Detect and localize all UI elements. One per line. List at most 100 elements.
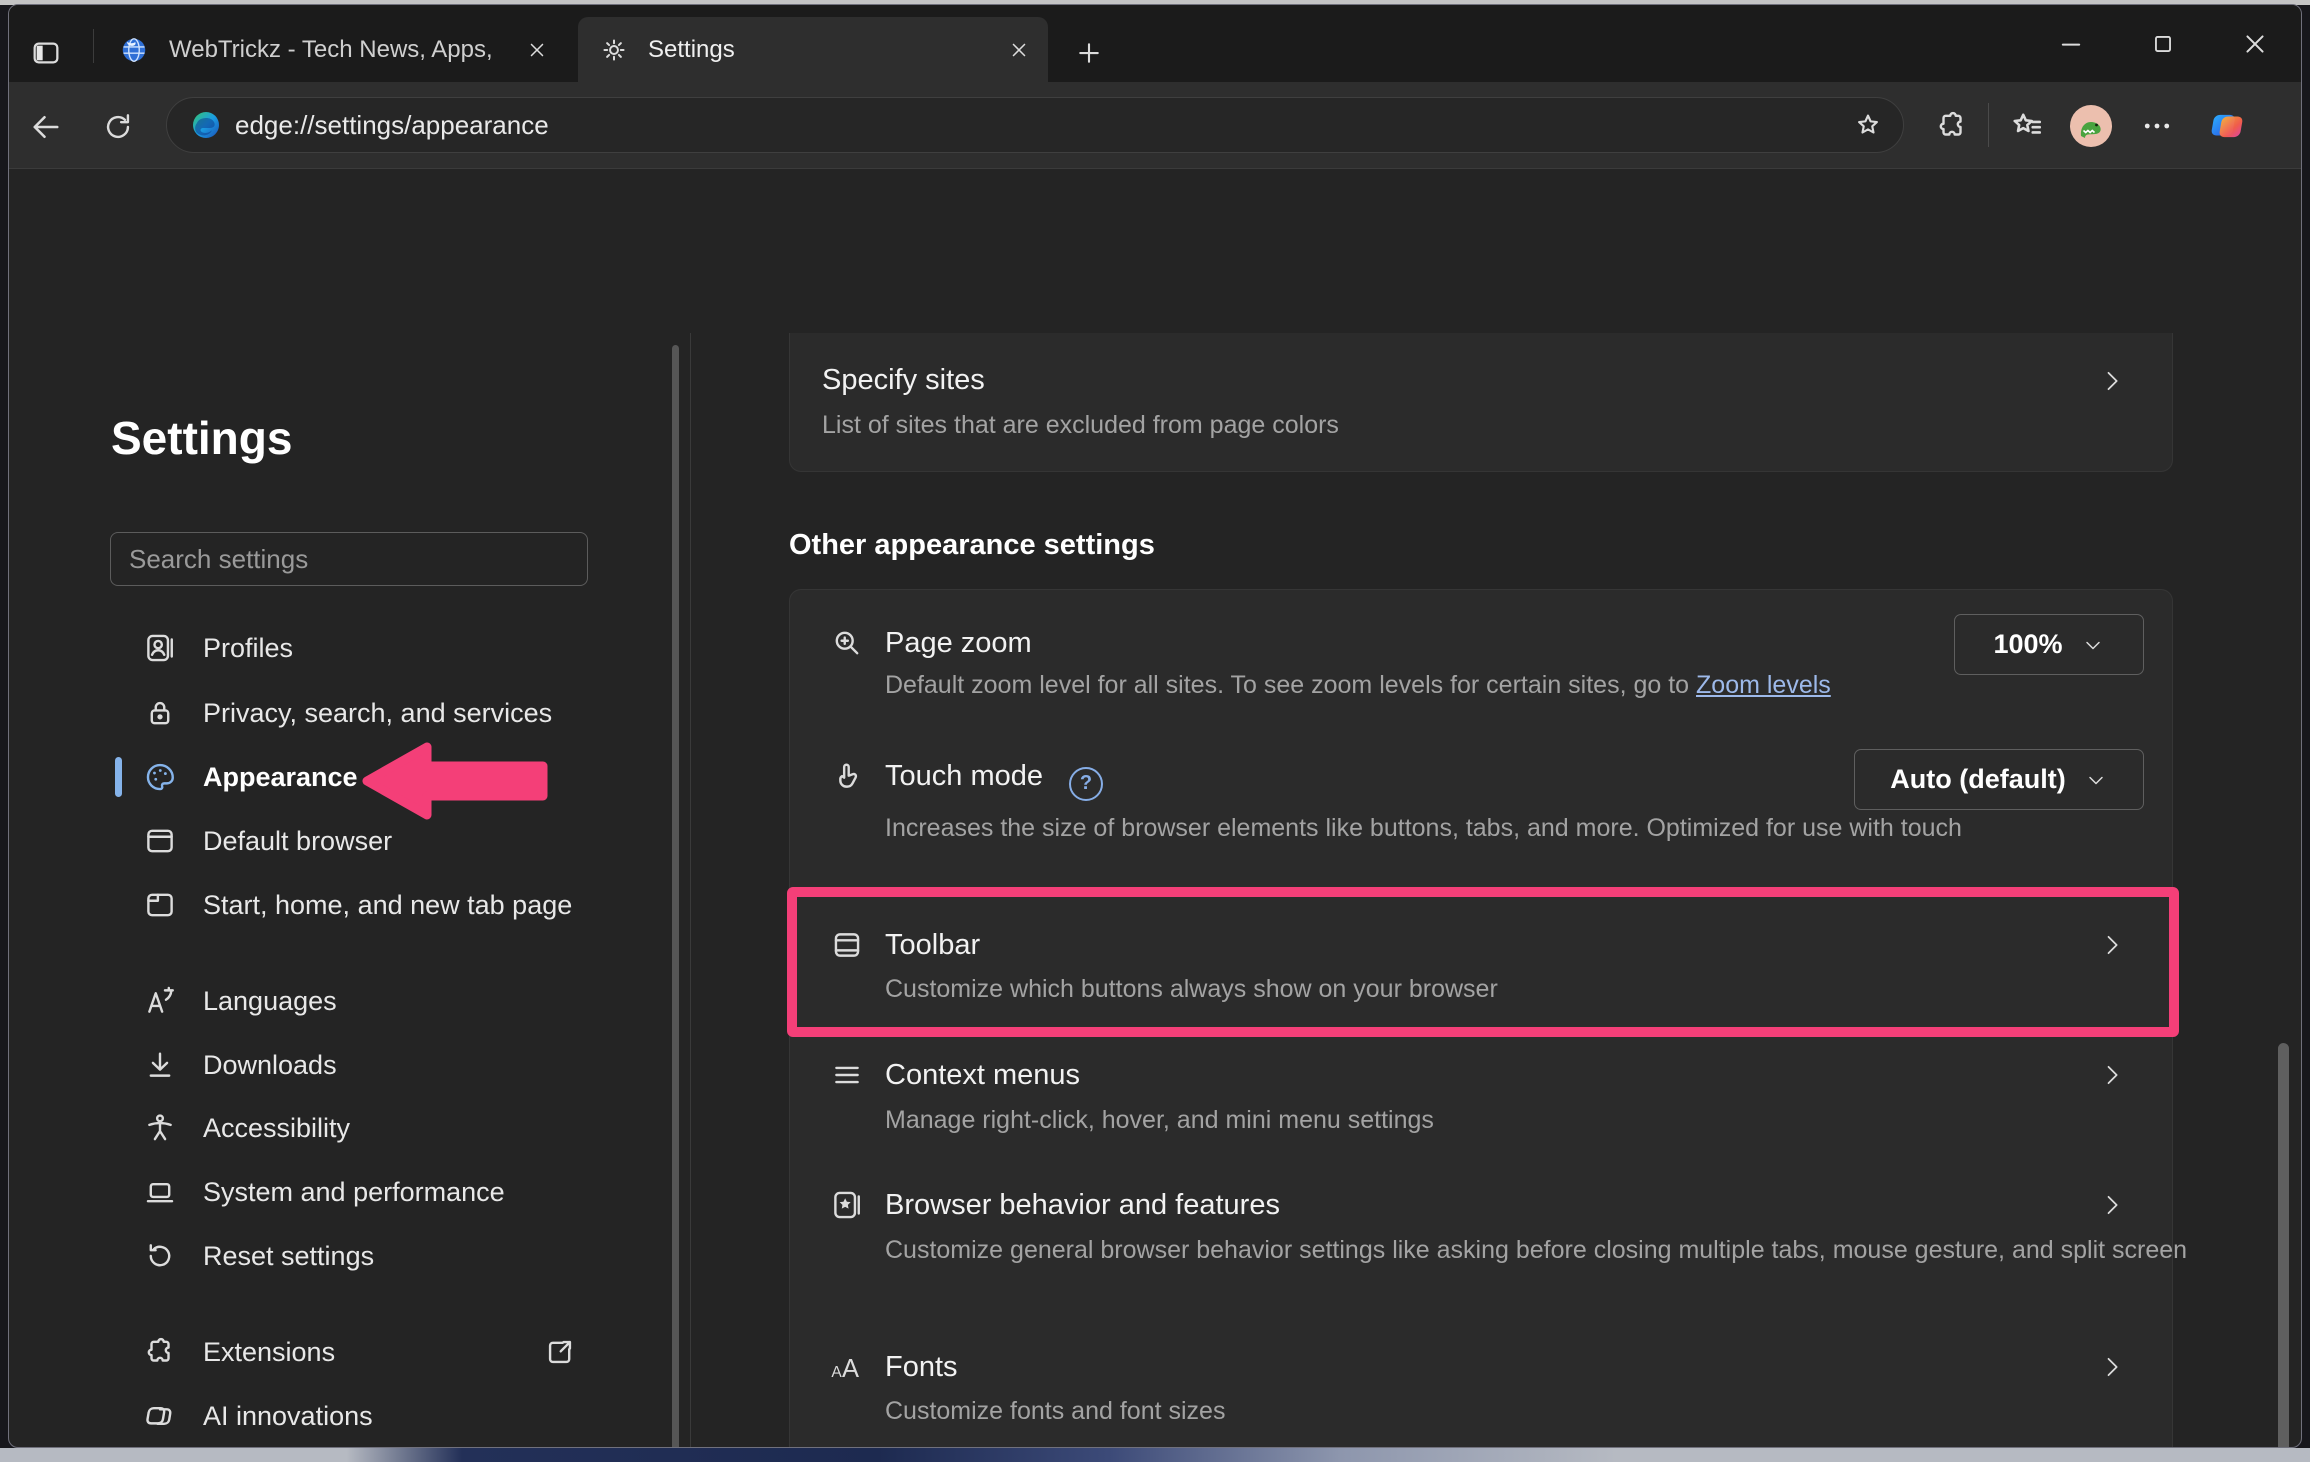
row-subtitle: Customize fonts and font sizes <box>885 1395 1225 1428</box>
minimize-button[interactable] <box>2025 14 2117 74</box>
sidebar-item-label: AI innovations <box>203 1401 373 1432</box>
sidebar-item-accessibility[interactable]: Accessibility <box>111 1096 693 1160</box>
row-subtitle: Default zoom level for all sites. To see… <box>885 669 2135 702</box>
globe-favicon-icon <box>119 35 149 65</box>
profiles-icon <box>143 631 177 665</box>
sidebar-item-system[interactable]: System and performance <box>111 1160 693 1224</box>
palette-icon <box>143 760 177 794</box>
title-text: Touch mode <box>885 760 1043 792</box>
chevron-down-icon <box>2081 633 2105 657</box>
reset-icon <box>143 1239 177 1273</box>
row-title: Toolbar <box>885 929 980 962</box>
sidebar-item-label: System and performance <box>203 1177 505 1208</box>
browser-window: WebTrickz - Tech News, Apps, How Setting… <box>8 4 2302 1448</box>
card-star-icon <box>830 1188 864 1222</box>
row-title: Specify sites <box>822 364 985 397</box>
new-tab-button[interactable] <box>1071 35 1107 71</box>
tab-settings[interactable]: Settings <box>578 17 1048 82</box>
touch-mode-dropdown[interactable]: Auto (default) <box>1854 749 2144 810</box>
chevron-right-icon <box>2098 367 2126 395</box>
row-title: Touch mode? <box>885 760 1103 801</box>
profile-avatar[interactable] <box>2069 104 2113 148</box>
url-text: edge://settings/appearance <box>235 110 549 141</box>
reload-icon <box>101 110 135 144</box>
puzzle-icon <box>1935 109 1969 143</box>
page-title: Settings <box>111 411 292 465</box>
sidebar-item-label: Reset settings <box>203 1241 374 1272</box>
window-controls <box>2025 5 2301 82</box>
chevron-right-icon <box>2098 931 2126 959</box>
annotation-highlight-box <box>787 887 2179 1037</box>
sidebar-item-reset[interactable]: Reset settings <box>111 1224 693 1288</box>
close-button[interactable] <box>2209 14 2301 74</box>
sidebar-item-label: Start, home, and new tab page <box>203 890 572 921</box>
main-scrollbar[interactable] <box>2278 1043 2289 1448</box>
favorite-star-icon[interactable] <box>1853 110 1883 140</box>
laptop-icon <box>143 1175 177 1209</box>
row-title: Browser behavior and features <box>885 1189 1280 1222</box>
edge-logo-icon <box>191 110 221 140</box>
sidebar-item-profiles[interactable]: Profiles <box>111 616 693 680</box>
sidebar-item-extensions[interactable]: Extensions <box>111 1320 693 1384</box>
sidebar-item-start-home[interactable]: Start, home, and new tab page <box>111 873 693 937</box>
sidebar-item-label: Languages <box>203 986 337 1017</box>
row-title: Page zoom <box>885 627 1032 660</box>
page-zoom-dropdown[interactable]: 100% <box>1954 614 2144 675</box>
back-button[interactable] <box>27 108 65 146</box>
dropdown-value: 100% <box>1993 629 2062 660</box>
chevron-right-icon <box>2098 1353 2126 1381</box>
tab-title: WebTrickz - Tech News, Apps, How <box>169 36 499 64</box>
specify-sites-row[interactable]: Specify sites List of sites that are exc… <box>789 333 2173 472</box>
tab-layout-button[interactable] <box>26 34 66 72</box>
accessibility-icon <box>143 1111 177 1145</box>
minimize-icon <box>2057 30 2085 58</box>
external-link-icon <box>543 1335 577 1369</box>
section-heading: Other appearance settings <box>789 529 1155 562</box>
tab-bar: WebTrickz - Tech News, Apps, How Setting… <box>9 5 2301 82</box>
new-tab-page-icon <box>143 888 177 922</box>
settings-page: Settings Profiles Privacy, search, and s… <box>9 169 2301 1448</box>
tab-close-icon[interactable] <box>526 39 548 61</box>
puzzle-icon <box>143 1335 177 1369</box>
address-bar[interactable]: edge://settings/appearance <box>166 97 1904 153</box>
copilot-logo-icon <box>2208 107 2246 145</box>
row-subtitle: Increases the size of browser elements l… <box>885 812 2065 845</box>
maximize-button[interactable] <box>2117 14 2209 74</box>
sidebar-item-ai-innovations[interactable]: AI innovations <box>111 1384 693 1448</box>
tab-title: Settings <box>648 36 735 64</box>
extensions-button[interactable] <box>1930 104 1974 148</box>
tab-close-icon[interactable] <box>1008 39 1030 61</box>
back-arrow-icon <box>28 109 64 145</box>
toolbar-separator <box>1988 103 1989 147</box>
tab-webtrickz[interactable]: WebTrickz - Tech News, Apps, How <box>101 17 566 82</box>
svg-text:A: A <box>831 1364 842 1381</box>
other-appearance-settings-card: Page zoom Default zoom level for all sit… <box>789 589 2173 1448</box>
menu-lines-icon <box>830 1058 864 1092</box>
download-icon <box>143 1048 177 1082</box>
row-subtitle: Customize general browser behavior setti… <box>885 1234 2195 1267</box>
reload-button[interactable] <box>99 108 137 146</box>
favorites-button[interactable] <box>2005 104 2049 148</box>
settings-menu-button[interactable] <box>2135 104 2179 148</box>
tab-separator <box>93 29 94 63</box>
zoom-levels-link[interactable]: Zoom levels <box>1696 671 1831 699</box>
favorites-hub-icon <box>2009 108 2045 144</box>
browser-window-icon <box>143 824 177 858</box>
copilot-outline-icon <box>143 1399 177 1433</box>
dropdown-value: Auto (default) <box>1890 764 2065 795</box>
plus-icon <box>1074 38 1104 68</box>
toolbar-window-icon <box>830 928 864 962</box>
copilot-button[interactable] <box>2205 104 2249 148</box>
help-icon[interactable]: ? <box>1069 767 1103 801</box>
row-subtitle: Customize which buttons always show on y… <box>885 973 1498 1006</box>
sidebar-item-downloads[interactable]: Downloads <box>111 1033 693 1097</box>
avatar-dino-icon <box>2070 105 2112 147</box>
row-title: Context menus <box>885 1059 1080 1092</box>
zoom-magnifier-icon <box>830 626 864 660</box>
lock-icon <box>143 696 177 730</box>
sidebar-item-languages[interactable]: Languages <box>111 969 693 1033</box>
search-input[interactable] <box>110 532 588 586</box>
taskbar-sliver <box>0 1448 2310 1462</box>
subtitle-text: Default zoom level for all sites. To see… <box>885 671 1696 699</box>
sidebar-item-label: Default browser <box>203 826 392 857</box>
